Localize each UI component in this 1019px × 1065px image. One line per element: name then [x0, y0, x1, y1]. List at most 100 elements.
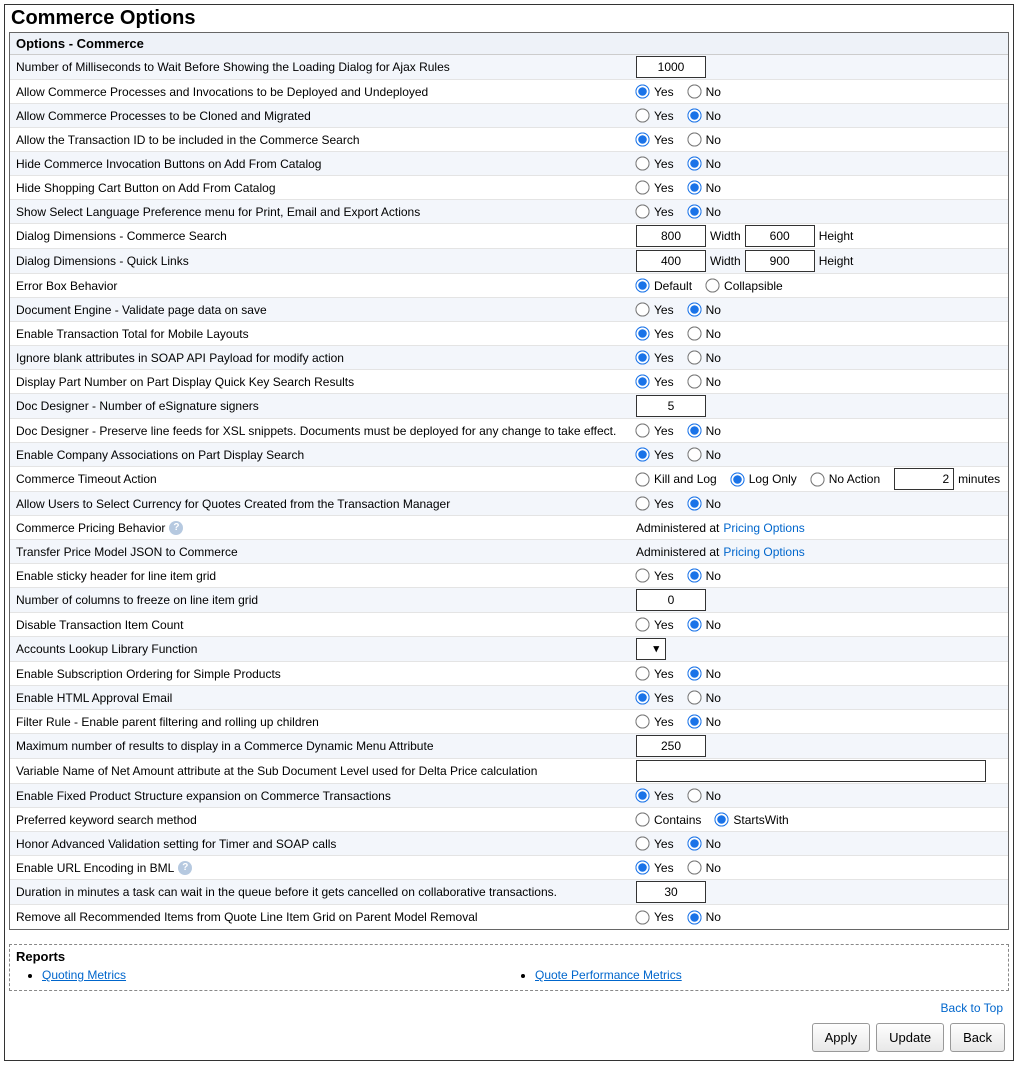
back-button[interactable]: Back: [950, 1023, 1005, 1052]
label-preserve-lf: Doc Designer - Preserve line feeds for X…: [16, 424, 636, 438]
link-quoting-metrics[interactable]: Quoting Metrics: [42, 968, 126, 982]
link-quote-performance-metrics[interactable]: Quote Performance Metrics: [535, 968, 682, 982]
row-errbox: Error Box Behavior Default Collapsible: [10, 274, 1008, 298]
input-timeout-minutes[interactable]: [894, 468, 954, 490]
radio-preserve-lf-no[interactable]: [687, 423, 701, 437]
radio-filter-rule-no[interactable]: [687, 714, 701, 728]
radio-honor-adv-yes[interactable]: [635, 836, 649, 850]
radio-fixed-struct-no[interactable]: [687, 788, 701, 802]
radio-doc-eng-yes[interactable]: [635, 302, 649, 316]
radio-timeout-noaction[interactable]: [810, 472, 824, 486]
radio-url-enc-yes[interactable]: [635, 860, 649, 874]
label-url-enc: Enable URL Encoding in BML: [16, 861, 174, 875]
opt-no: No: [706, 157, 721, 171]
radio-timeout-kill[interactable]: [635, 472, 649, 486]
opt-yes: Yes: [654, 691, 674, 705]
input-dlg-quick-height[interactable]: [745, 250, 815, 272]
radio-sub-order-no[interactable]: [687, 666, 701, 680]
link-pricing-options[interactable]: Pricing Options: [723, 521, 804, 535]
radio-ignore-blank-yes[interactable]: [635, 350, 649, 364]
radio-part-num-yes[interactable]: [635, 374, 649, 388]
opt-yes: Yes: [654, 861, 674, 875]
radio-honor-adv-no[interactable]: [687, 836, 701, 850]
radio-hide-cart-no[interactable]: [687, 180, 701, 194]
radio-lang-pref-yes[interactable]: [635, 204, 649, 218]
radio-kw-contains[interactable]: [635, 812, 649, 826]
radio-company-assoc-no[interactable]: [687, 447, 701, 461]
input-queue-wait[interactable]: [636, 881, 706, 903]
radio-html-approve-no[interactable]: [687, 690, 701, 704]
radio-txn-total-no[interactable]: [687, 326, 701, 340]
label-timeout: Commerce Timeout Action: [16, 472, 636, 486]
row-company-assoc: Enable Company Associations on Part Disp…: [10, 443, 1008, 467]
radio-allow-clone-no[interactable]: [687, 108, 701, 122]
opt-no: No: [706, 715, 721, 729]
radio-doc-eng-no[interactable]: [687, 302, 701, 316]
radio-url-enc-no[interactable]: [687, 860, 701, 874]
input-max-results[interactable]: [636, 735, 706, 757]
radio-sticky-yes[interactable]: [635, 568, 649, 582]
radio-errbox-collapsible[interactable]: [705, 278, 719, 292]
label-errbox: Error Box Behavior: [16, 279, 636, 293]
radio-sticky-no[interactable]: [687, 568, 701, 582]
select-acct-lookup[interactable]: [636, 638, 666, 660]
radio-sel-currency-no[interactable]: [687, 496, 701, 510]
label-part-num: Display Part Number on Part Display Quic…: [16, 375, 636, 389]
radio-sel-currency-yes[interactable]: [635, 496, 649, 510]
input-dlg-quick-width[interactable]: [636, 250, 706, 272]
input-var-net[interactable]: [636, 760, 986, 782]
radio-fixed-struct-yes[interactable]: [635, 788, 649, 802]
radio-kw-startswith[interactable]: [715, 812, 729, 826]
apply-button[interactable]: Apply: [812, 1023, 871, 1052]
radio-sub-order-yes[interactable]: [635, 666, 649, 680]
radio-company-assoc-yes[interactable]: [635, 447, 649, 461]
label-max-results: Maximum number of results to display in …: [16, 739, 636, 753]
label-sel-currency: Allow Users to Select Currency for Quote…: [16, 497, 636, 511]
input-dlg-search-width[interactable]: [636, 225, 706, 247]
radio-allow-txn-id-yes[interactable]: [635, 132, 649, 146]
radio-allow-clone-yes[interactable]: [635, 108, 649, 122]
link-pricing-options-2[interactable]: Pricing Options: [723, 545, 804, 559]
help-icon[interactable]: ?: [169, 521, 183, 535]
row-pricing-beh: Commerce Pricing Behavior ? Administered…: [10, 516, 1008, 540]
radio-disable-count-yes[interactable]: [635, 617, 649, 631]
radio-allow-deploy-no[interactable]: [687, 84, 701, 98]
opt-no: No: [706, 205, 721, 219]
radio-allow-deploy-yes[interactable]: [635, 84, 649, 98]
opt-no: No: [706, 910, 721, 924]
input-esig[interactable]: [636, 395, 706, 417]
link-back-to-top[interactable]: Back to Top: [941, 1001, 1003, 1015]
radio-remove-rec-no[interactable]: [687, 910, 701, 924]
radio-timeout-log[interactable]: [730, 472, 744, 486]
radio-hide-cart-yes[interactable]: [635, 180, 649, 194]
radio-hide-invoc-yes[interactable]: [635, 156, 649, 170]
radio-ignore-blank-no[interactable]: [687, 350, 701, 364]
radio-errbox-default[interactable]: [635, 278, 649, 292]
update-button[interactable]: Update: [876, 1023, 944, 1052]
row-txn-total: Enable Transaction Total for Mobile Layo…: [10, 322, 1008, 346]
row-sel-currency: Allow Users to Select Currency for Quote…: [10, 492, 1008, 516]
input-dlg-search-height[interactable]: [745, 225, 815, 247]
opt-yes: Yes: [654, 448, 674, 462]
label-fixed-struct: Enable Fixed Product Structure expansion…: [16, 789, 636, 803]
radio-html-approve-yes[interactable]: [635, 690, 649, 704]
help-icon[interactable]: ?: [178, 861, 192, 875]
radio-part-num-no[interactable]: [687, 374, 701, 388]
input-freeze-cols[interactable]: [636, 589, 706, 611]
input-ms-wait[interactable]: [636, 56, 706, 78]
radio-hide-invoc-no[interactable]: [687, 156, 701, 170]
opt-no: No: [706, 109, 721, 123]
radio-allow-txn-id-no[interactable]: [687, 132, 701, 146]
label-queue-wait: Duration in minutes a task can wait in t…: [16, 885, 636, 899]
radio-filter-rule-yes[interactable]: [635, 714, 649, 728]
radio-txn-total-yes[interactable]: [635, 326, 649, 340]
radio-lang-pref-no[interactable]: [687, 204, 701, 218]
label-ignore-blank: Ignore blank attributes in SOAP API Payl…: [16, 351, 636, 365]
opt-yes: Yes: [654, 109, 674, 123]
label-html-approve: Enable HTML Approval Email: [16, 691, 636, 705]
radio-preserve-lf-yes[interactable]: [635, 423, 649, 437]
radio-remove-rec-yes[interactable]: [635, 910, 649, 924]
opt-yes: Yes: [654, 181, 674, 195]
row-fixed-struct: Enable Fixed Product Structure expansion…: [10, 784, 1008, 808]
radio-disable-count-no[interactable]: [687, 617, 701, 631]
